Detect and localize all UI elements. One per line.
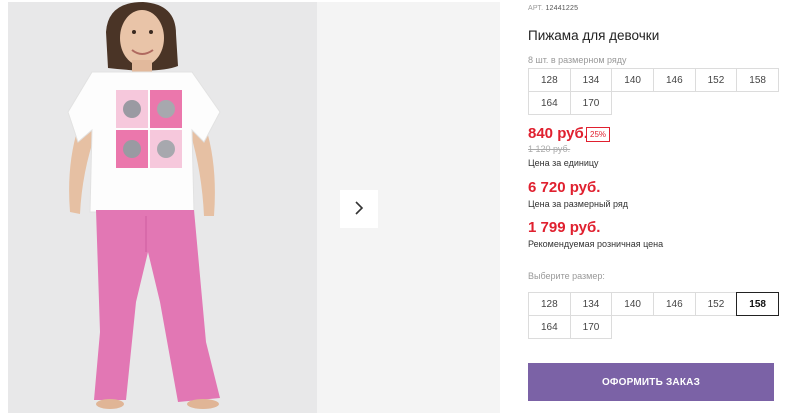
article-label: АРТ. (528, 5, 544, 12)
size-option[interactable]: 146 (652, 292, 696, 316)
size-row-cell: 134 (569, 68, 613, 92)
size-option[interactable]: 170 (569, 315, 613, 339)
size-option[interactable]: 128 (528, 292, 571, 316)
size-row-cell: 146 (652, 68, 696, 92)
row-price-label: Цена за размерный ряд (528, 199, 629, 209)
size-option[interactable]: 152 (694, 292, 738, 316)
size-row-cell: 158 (736, 68, 779, 92)
order-button[interactable]: ОФОРМИТЬ ЗАКАЗ (528, 363, 774, 401)
gallery-next-button[interactable] (340, 190, 378, 228)
size-row-cell: 164 (528, 91, 571, 115)
size-option-selected[interactable]: 158 (736, 292, 779, 316)
size-row-cell: 128 (528, 68, 571, 92)
article-value: 12441225 (545, 5, 579, 12)
retail-price: 1 799 руб. (528, 219, 601, 236)
unit-price-label: Цена за единицу (528, 158, 599, 168)
size-row-note: 8 шт. в размерном ряду (528, 55, 627, 65)
size-option[interactable]: 134 (569, 292, 613, 316)
product-page: АРТ. 12441225 Пижама для девочки 8 шт. в… (0, 0, 800, 413)
size-option[interactable]: 140 (611, 292, 654, 316)
size-row-cell: 170 (569, 91, 613, 115)
size-selector: 128 134 140 146 152 158 164 170 (528, 292, 779, 339)
discount-badge: 25% (586, 127, 611, 142)
size-row-grid: 128 134 140 146 152 158 164 170 (528, 68, 779, 115)
size-row-cell: 152 (694, 68, 738, 92)
old-price: 1 120 руб. (528, 144, 571, 154)
row-price: 6 720 руб. (528, 179, 601, 196)
size-option[interactable]: 164 (528, 315, 571, 339)
unit-price: 840 руб. (528, 125, 588, 142)
size-row-cell: 140 (611, 68, 654, 92)
product-title: Пижама для девочки (528, 28, 660, 43)
product-photo (8, 2, 317, 413)
choose-size-label: Выберите размер: (528, 271, 605, 281)
chevron-right-icon (353, 200, 365, 219)
retail-price-label: Рекомендуемая розничная цена (528, 239, 664, 249)
article-number: АРТ. 12441225 (528, 5, 578, 12)
